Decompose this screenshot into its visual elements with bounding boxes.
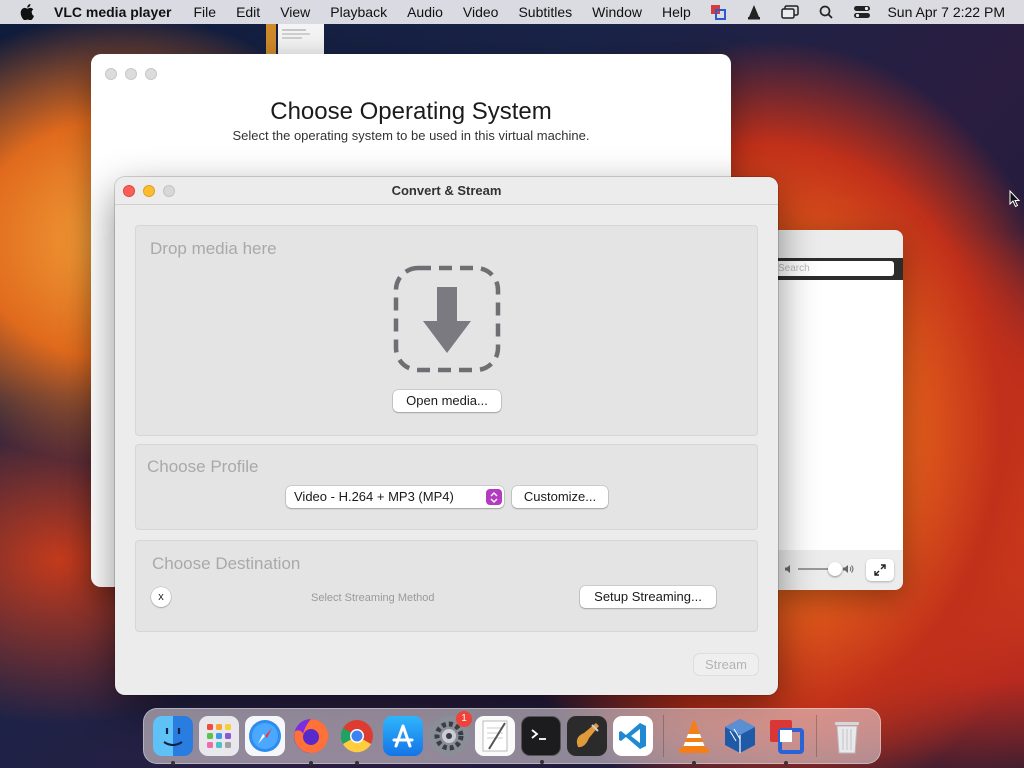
setup-streaming-button[interactable]: Setup Streaming... [580, 586, 716, 608]
download-arrow-icon [393, 265, 501, 373]
clear-destination-button[interactable]: x [151, 587, 171, 607]
volume-control [784, 562, 854, 576]
vm-window-title: Choose Operating System [270, 98, 552, 125]
drop-target-area[interactable] [393, 265, 501, 373]
running-indicator [784, 761, 788, 765]
instruments-icon[interactable] [567, 716, 607, 756]
trash-icon[interactable] [827, 716, 867, 756]
running-indicator [355, 761, 359, 765]
screen-mirroring-icon[interactable] [779, 3, 801, 21]
drop-media-panel[interactable]: Drop media here Open media... [135, 225, 758, 436]
profile-select-value: Video - H.264 + MP3 (MP4) [294, 489, 454, 504]
firefox-icon[interactable] [291, 716, 331, 765]
finder-icon[interactable] [153, 716, 193, 765]
volume-high-icon [843, 565, 854, 573]
terminal-icon[interactable] [521, 716, 561, 764]
menu-window[interactable]: Window [582, 4, 652, 20]
virtualbox-icon[interactable] [720, 716, 760, 756]
vm-window-subtitle: Select the operating system to be used i… [232, 128, 590, 143]
dock: 1 [143, 708, 881, 765]
volume-slider-knob[interactable] [828, 562, 842, 576]
dialog-titlebar[interactable]: Convert & Stream [115, 177, 778, 205]
vlc-search-field[interactable]: Search [774, 261, 894, 276]
profile-select[interactable]: Video - H.264 + MP3 (MP4) [286, 486, 504, 508]
volume-slider[interactable] [798, 562, 842, 576]
menu-playback[interactable]: Playback [320, 4, 397, 20]
choose-destination-heading: Choose Destination [152, 554, 301, 573]
launchpad-icon[interactable] [199, 716, 239, 756]
textedit-icon[interactable] [475, 716, 515, 756]
menu-edit[interactable]: Edit [226, 4, 270, 20]
open-media-button[interactable]: Open media... [393, 390, 501, 412]
app-store-icon[interactable] [383, 716, 423, 756]
menu-video[interactable]: Video [453, 4, 509, 20]
select-stepper-icon [486, 489, 502, 505]
menu-subtitles[interactable]: Subtitles [508, 4, 582, 20]
running-indicator [540, 760, 544, 764]
volume-low-icon [785, 565, 790, 573]
fullscreen-icon [874, 564, 886, 576]
apple-menu-icon[interactable] [20, 4, 36, 20]
dock-separator [663, 715, 664, 757]
search-icon[interactable] [815, 3, 837, 21]
dialog-title: Convert & Stream [391, 183, 502, 198]
running-indicator [692, 761, 696, 765]
vscode-icon[interactable] [613, 716, 653, 756]
vm-window-controls [105, 68, 157, 80]
choose-profile-heading: Choose Profile [147, 457, 259, 476]
vlc-toolbar: Search [770, 258, 903, 280]
drop-media-heading: Drop media here [150, 239, 277, 258]
stream-button[interactable]: Stream [694, 654, 758, 675]
running-indicator [171, 761, 175, 765]
running-indicator [309, 761, 313, 765]
chrome-icon[interactable] [337, 716, 377, 765]
app-menu[interactable]: VLC media player [54, 4, 184, 20]
menu-file[interactable]: File [184, 4, 227, 20]
streaming-method-label: Select Streaming Method [311, 592, 435, 604]
parallels-status-icon[interactable] [707, 3, 729, 21]
menubar-clock[interactable]: Sun Apr 7 2:22 PM [887, 4, 1005, 20]
menu-help[interactable]: Help [652, 4, 701, 20]
vlc-playlist-area[interactable] [770, 280, 903, 550]
control-center-icon[interactable] [851, 3, 873, 21]
mouse-cursor-icon [1009, 189, 1021, 213]
vlc-cone-icon[interactable] [743, 3, 765, 21]
vm-zoom-button[interactable] [145, 68, 157, 80]
parallels-icon[interactable] [766, 716, 806, 765]
choose-destination-panel: Choose Destination x Select Streaming Me… [135, 540, 758, 632]
menu-view[interactable]: View [270, 4, 320, 20]
choose-profile-panel: Choose Profile Video - H.264 + MP3 (MP4)… [135, 444, 758, 530]
dock-separator [816, 715, 817, 757]
notification-badge: 1 [456, 711, 472, 727]
customize-button[interactable]: Customize... [512, 486, 608, 508]
desktop-document-thumbnail[interactable] [266, 24, 336, 58]
vlc-icon[interactable] [674, 716, 714, 765]
vm-minimize-button[interactable] [125, 68, 137, 80]
vlc-playlist-window: Search [770, 230, 903, 590]
menu-bar: VLC media player File Edit View Playback… [0, 0, 1024, 24]
menu-audio[interactable]: Audio [397, 4, 453, 20]
convert-stream-dialog: Convert & Stream Drop media here Open me… [115, 177, 778, 695]
fullscreen-button[interactable] [866, 559, 894, 581]
safari-icon[interactable] [245, 716, 285, 756]
system-preferences-icon[interactable]: 1 [429, 711, 472, 756]
vm-close-button[interactable] [105, 68, 117, 80]
